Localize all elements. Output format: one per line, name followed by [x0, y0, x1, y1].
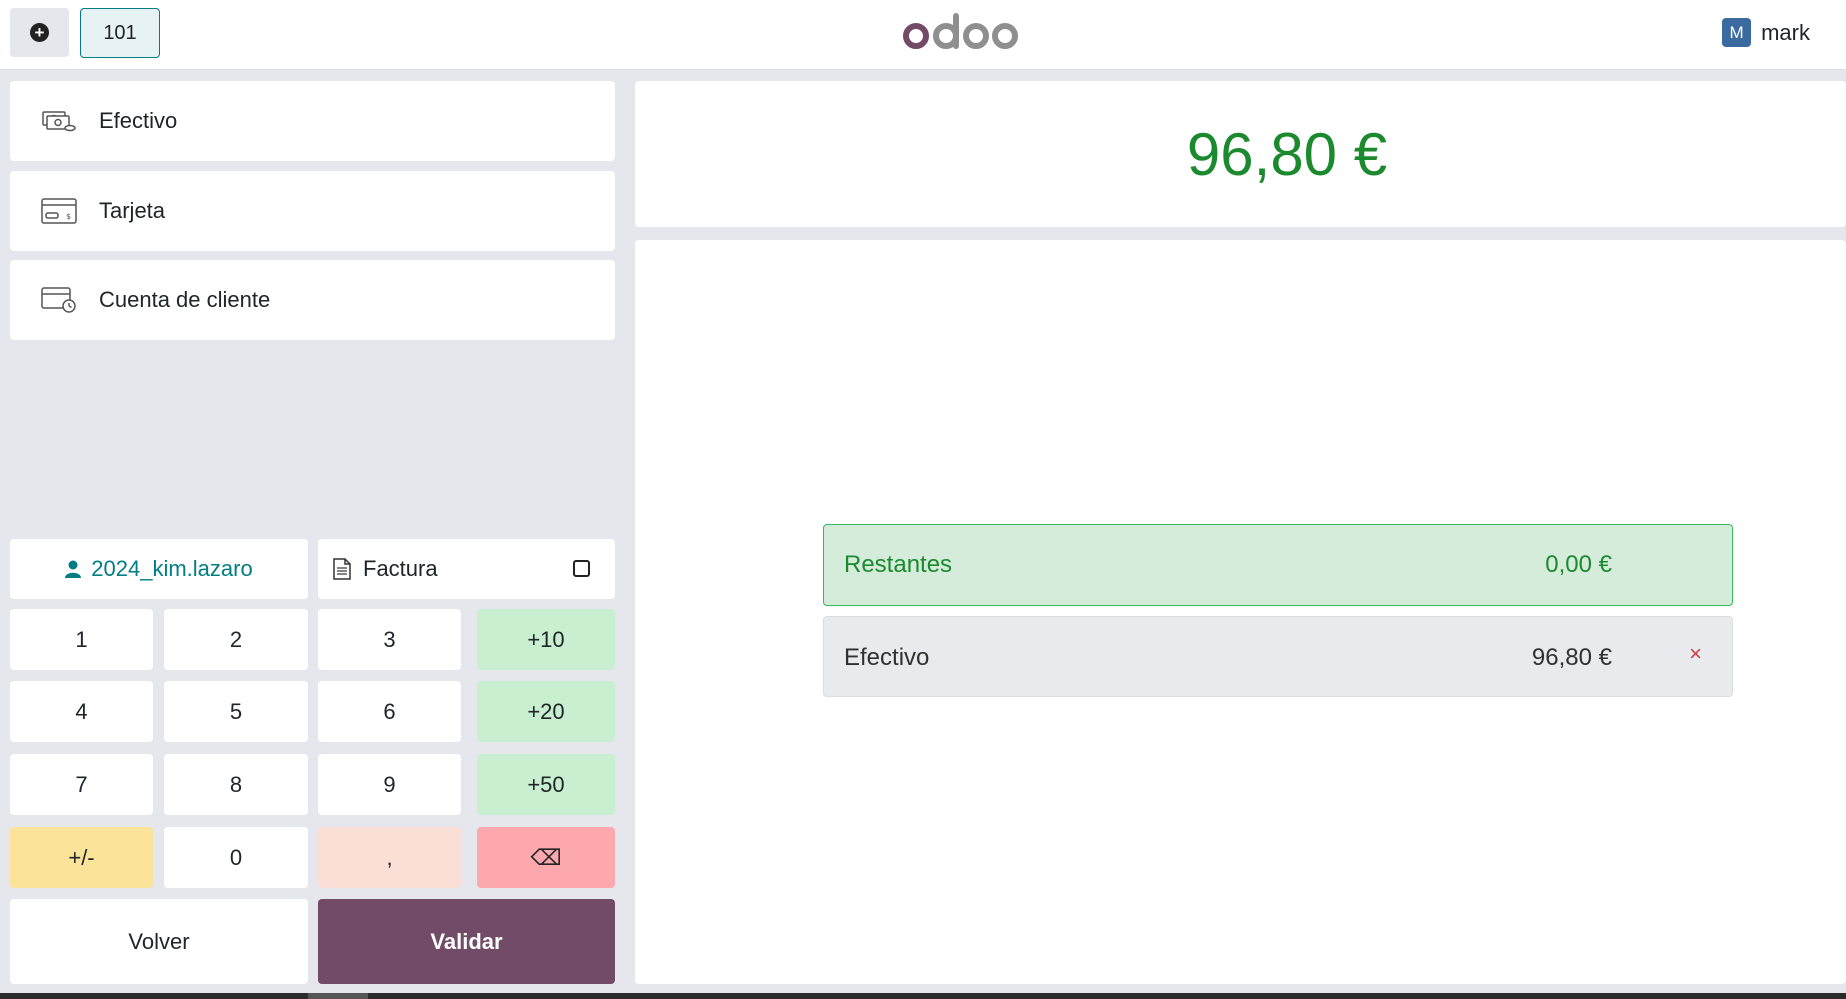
- numpad-key-9[interactable]: 9: [318, 754, 461, 815]
- invoice-checkbox[interactable]: [573, 560, 590, 577]
- numpad-key-sign[interactable]: +/-: [10, 827, 153, 888]
- numpad-key-comma[interactable]: ,: [318, 827, 461, 888]
- payment-method-card[interactable]: $ Tarjeta: [10, 171, 615, 251]
- invoice-toggle[interactable]: Factura: [318, 539, 615, 599]
- back-button[interactable]: Volver: [10, 899, 308, 984]
- payment-lines-panel: [635, 240, 1846, 984]
- payment-method-customer-account[interactable]: Cuenta de cliente: [10, 260, 615, 340]
- user-name: mark: [1761, 19, 1810, 45]
- payment-line-amount: 96,80 €: [1531, 644, 1612, 671]
- payment-line[interactable]: Efectivo 96,80 € ×: [823, 616, 1733, 697]
- total-display: 96,80 €: [635, 81, 1846, 227]
- numpad-key-0[interactable]: 0: [164, 827, 308, 888]
- user-icon: [65, 560, 82, 578]
- invoice-label: Factura: [363, 556, 438, 581]
- numpad-key-plus10[interactable]: +10: [477, 609, 615, 670]
- user-menu[interactable]: M mark: [1722, 18, 1810, 47]
- numpad-key-2[interactable]: 2: [164, 609, 308, 670]
- svg-text:$: $: [66, 212, 71, 221]
- remaining-value: 0,00 €: [1545, 551, 1612, 578]
- numpad-key-7[interactable]: 7: [10, 754, 153, 815]
- card-icon: $: [40, 196, 78, 226]
- customer-button[interactable]: 2024_kim.lazaro: [10, 539, 308, 599]
- numpad-key-5[interactable]: 5: [164, 681, 308, 742]
- numpad-key-plus20[interactable]: +20: [477, 681, 615, 742]
- numpad-key-8[interactable]: 8: [164, 754, 308, 815]
- remaining-label: Restantes: [844, 551, 953, 578]
- numpad-key-1[interactable]: 1: [10, 609, 153, 670]
- payment-method-label: Cuenta de cliente: [99, 287, 271, 312]
- avatar: M: [1722, 18, 1752, 47]
- payment-method-cash[interactable]: Efectivo: [10, 81, 615, 161]
- scrollbar-thumb[interactable]: [308, 993, 368, 999]
- numpad-key-4[interactable]: 4: [10, 681, 153, 742]
- numpad-key-6[interactable]: 6: [318, 681, 461, 742]
- delete-icon[interactable]: ×: [1689, 641, 1702, 667]
- odoo-logo: [903, 13, 1018, 49]
- backspace-icon[interactable]: ⌫: [477, 827, 615, 888]
- plus-circle-icon: +: [30, 23, 49, 42]
- validate-button[interactable]: Validar: [318, 899, 615, 984]
- numpad-key-plus50[interactable]: +50: [477, 754, 615, 815]
- numpad-key-3[interactable]: 3: [318, 609, 461, 670]
- cash-icon: [40, 106, 78, 136]
- customer-name: 2024_kim.lazaro: [91, 556, 253, 581]
- payment-method-label: Efectivo: [99, 108, 178, 133]
- payment-method-label: Tarjeta: [99, 198, 166, 223]
- customer-account-icon: [40, 285, 78, 315]
- top-bar: + 101 M mark: [0, 0, 1846, 70]
- remaining-row: Restantes 0,00 €: [823, 524, 1733, 606]
- table-button[interactable]: 101: [80, 8, 160, 58]
- new-order-button[interactable]: +: [10, 8, 69, 57]
- document-icon: [333, 558, 351, 580]
- payment-line-method: Efectivo: [844, 644, 930, 671]
- total-amount: 96,80 €: [1186, 120, 1388, 188]
- scrollbar[interactable]: [0, 993, 1846, 999]
